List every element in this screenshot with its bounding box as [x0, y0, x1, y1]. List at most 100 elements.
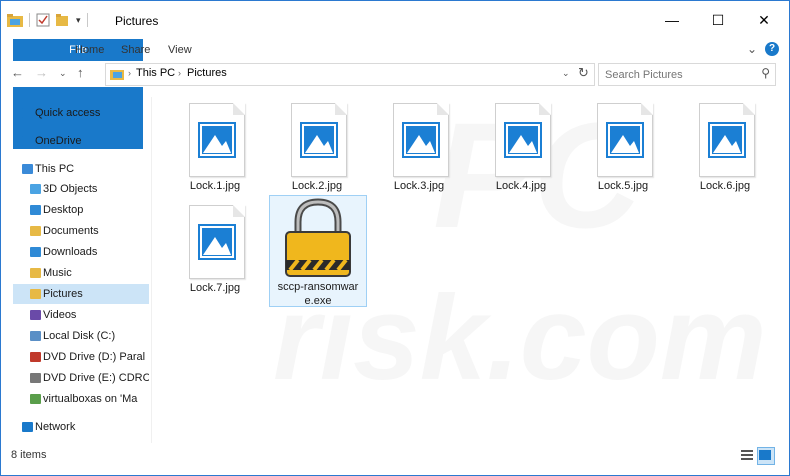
file-item[interactable]: Lock.1.jpg	[167, 95, 263, 205]
file-item[interactable]: Lock.2.jpg	[269, 95, 365, 205]
sidebar-item-label: virtualboxas on 'Ma	[43, 393, 138, 405]
picture-thumbnail-icon	[504, 122, 542, 158]
page-fold	[437, 103, 449, 115]
ribbon-expand-chevron-icon[interactable]: ⌄	[747, 42, 757, 56]
pictures-folder-icon	[110, 70, 124, 80]
sidebar-item-dvd-drive-e-cdrc[interactable]: DVD Drive (E:) CDRC	[13, 368, 149, 388]
dvd-icon	[30, 352, 41, 362]
file-name: Lock.5.jpg	[597, 180, 649, 192]
item-count: 8 items	[11, 449, 47, 461]
padlock-exe-icon	[285, 198, 351, 277]
title-bar: ▾ Pictures — ☐ ✕	[1, 1, 789, 39]
sidebar-item-virtualboxas-on-ma[interactable]: virtualboxas on 'Ma	[13, 389, 149, 409]
network-icon	[22, 422, 33, 432]
tab-home[interactable]: Home	[65, 39, 114, 61]
recent-locations-chevron-icon[interactable]: ⌄	[59, 68, 67, 79]
file-name: Lock.7.jpg	[189, 282, 241, 294]
star-icon	[22, 108, 33, 118]
image-file-icon	[189, 205, 245, 279]
file-item[interactable]: Lock.4.jpg	[473, 95, 569, 205]
search-input[interactable]	[603, 66, 757, 83]
page-fold	[233, 205, 245, 217]
file-item[interactable]: Lock.5.jpg	[575, 95, 671, 205]
page-fold	[743, 103, 755, 115]
videos-folder-icon	[30, 310, 41, 320]
sidebar-item-label: Quick access	[35, 107, 101, 119]
forward-arrow-icon[interactable]: →	[35, 65, 48, 80]
sidebar-item-label: Downloads	[43, 246, 98, 258]
breadcrumb-separator-icon: ›	[128, 68, 131, 78]
properties-icon[interactable]	[36, 13, 50, 27]
sidebar-item-label: DVD Drive (E:) CDRC	[43, 372, 149, 384]
tab-view[interactable]: View	[158, 39, 202, 61]
sidebar-item-network[interactable]: Network	[13, 417, 149, 437]
quick-access-toolbar: ▾	[7, 13, 88, 27]
status-bar: 8 items	[1, 445, 789, 467]
maximize-button[interactable]: ☐	[695, 1, 741, 39]
navigation-pane[interactable]: Quick access OneDrive This PC 3D Objects Des…	[13, 97, 149, 443]
back-arrow-icon[interactable]: ←	[11, 65, 24, 80]
new-folder-icon[interactable]	[56, 13, 70, 27]
sidebar-item-documents[interactable]: Documents	[13, 221, 149, 241]
sidebar-item-label: DVD Drive (D:) Paral	[43, 351, 146, 363]
sidebar-item-label: Documents	[43, 225, 99, 237]
breadcrumb-pictures[interactable]: Pictures	[187, 67, 227, 79]
image-file-icon	[189, 103, 245, 177]
breadcrumb-this-pc[interactable]: This PC	[136, 67, 175, 79]
file-item[interactable]: sccp-ransomwar e.exe	[269, 195, 367, 307]
search-icon[interactable]: ⚲	[761, 66, 770, 80]
drive-icon	[30, 331, 41, 341]
file-name: Lock.6.jpg	[699, 180, 751, 192]
details-view-button[interactable]	[739, 447, 755, 463]
details-view-icon	[741, 450, 753, 460]
sidebar-item-label: 3D Objects	[43, 183, 98, 195]
pictures-folder-icon	[30, 289, 41, 299]
close-button[interactable]: ✕	[741, 1, 787, 39]
image-file-icon	[291, 103, 347, 177]
refresh-icon[interactable]: ↻	[578, 65, 589, 81]
sidebar-item-label: Videos	[43, 309, 77, 321]
minimize-button[interactable]: —	[649, 1, 695, 39]
network-drive-icon	[30, 394, 41, 404]
tab-share[interactable]: Share	[111, 39, 160, 61]
address-dropdown-chevron-icon[interactable]: ⌄	[562, 68, 570, 79]
sidebar-item-local-disk-c[interactable]: Local Disk (C:)	[13, 326, 149, 346]
sidebar-item-quick-access[interactable]: Quick access	[13, 103, 149, 123]
sidebar-item-desktop[interactable]: Desktop	[13, 200, 149, 220]
sidebar-item-pictures[interactable]: Pictures	[13, 284, 149, 304]
picture-thumbnail-icon	[198, 224, 236, 260]
sidebar-item-downloads[interactable]: Downloads	[13, 242, 149, 262]
page-fold	[641, 103, 653, 115]
file-explorer-window: ▾ Pictures — ☐ ✕ File Home Share View ⌄ …	[0, 0, 790, 476]
large-icons-view-button[interactable]	[757, 447, 775, 465]
pane-divider[interactable]	[151, 97, 152, 443]
navigation-bar: ← → ⌄ ↑ › This PC › Pictures ⌄ ↻ ⚲	[1, 61, 789, 87]
window-title: Pictures	[115, 14, 159, 28]
address-bar[interactable]: › This PC › Pictures ⌄ ↻	[105, 63, 595, 86]
search-box[interactable]: ⚲	[598, 63, 776, 86]
sidebar-item-label: Pictures	[43, 288, 83, 300]
file-name: sccp-ransomwar e.exe	[277, 281, 359, 307]
file-name: Lock.1.jpg	[189, 180, 241, 192]
computer-icon	[22, 164, 33, 174]
sidebar-item-label: Local Disk (C:)	[43, 330, 116, 342]
customize-toolbar-chevron-icon[interactable]: ▾	[76, 15, 81, 26]
sidebar-item-label: Network	[35, 421, 76, 433]
up-arrow-icon[interactable]: ↑	[77, 65, 84, 80]
sidebar-item-music[interactable]: Music	[13, 263, 149, 283]
file-name: Lock.2.jpg	[291, 180, 343, 192]
picture-thumbnail-icon	[402, 122, 440, 158]
file-item[interactable]: Lock.6.jpg	[677, 95, 773, 205]
sidebar-item-3d-objects[interactable]: 3D Objects	[13, 179, 149, 199]
sidebar-item-onedrive[interactable]: OneDrive	[13, 131, 149, 151]
sidebar-item-dvd-drive-d-paral[interactable]: DVD Drive (D:) Paral	[13, 347, 149, 367]
sidebar-item-videos[interactable]: Videos	[13, 305, 149, 325]
sidebar-item-this-pc[interactable]: This PC	[13, 159, 149, 179]
file-list[interactable]: PC risk.com Lock.1.jpgLock.2.jpgLock.3.j…	[153, 89, 789, 443]
file-item[interactable]: Lock.3.jpg	[371, 95, 467, 205]
sidebar-item-label: Music	[43, 267, 72, 279]
help-button[interactable]: ?	[765, 42, 779, 56]
file-item[interactable]: Lock.7.jpg	[167, 197, 263, 307]
sidebar-item-label: OneDrive	[35, 135, 82, 147]
image-file-icon	[597, 103, 653, 177]
